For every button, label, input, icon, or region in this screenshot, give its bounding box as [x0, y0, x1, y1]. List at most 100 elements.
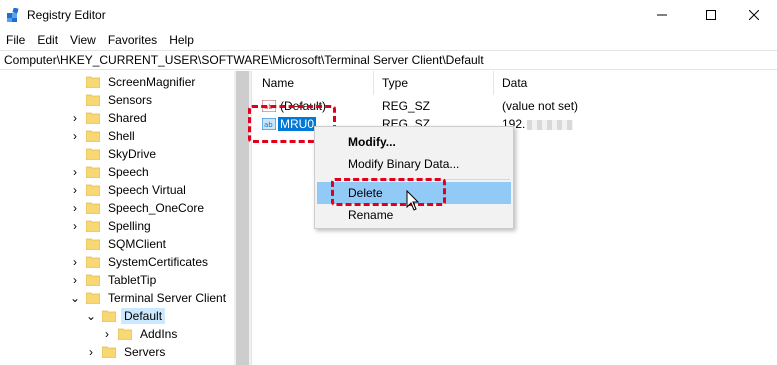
- tree-item-label: SystemCertificates: [108, 255, 209, 269]
- folder-icon: [86, 76, 100, 88]
- svg-text:ab: ab: [264, 103, 273, 111]
- context-menu: Modify... Modify Binary Data... Delete R…: [314, 126, 514, 229]
- tree-item-label: Spelling: [108, 219, 151, 233]
- tree-item-speech-onecore[interactable]: › Speech_OneCore: [70, 199, 207, 217]
- folder-icon: [86, 238, 100, 250]
- menu-edit[interactable]: Edit: [31, 30, 64, 50]
- menu-item-modify-binary[interactable]: Modify Binary Data...: [317, 153, 511, 175]
- folder-icon: [102, 346, 116, 358]
- tree-item-label: Shell: [108, 129, 135, 143]
- address-bar[interactable]: Computer\HKEY_CURRENT_USER\SOFTWARE\Micr…: [0, 50, 777, 70]
- folder-icon: [86, 148, 100, 160]
- tree-item-label: Default: [121, 308, 166, 324]
- tree-item-sqmclient[interactable]: SQMClient: [70, 235, 169, 253]
- tree-item-spelling[interactable]: › Spelling: [70, 217, 154, 235]
- tree-item-label: Speech Virtual: [108, 183, 186, 197]
- value-data: (value not set): [502, 99, 579, 113]
- tree-chevron[interactable]: [70, 235, 80, 253]
- folder-icon: [86, 112, 100, 124]
- tree-item-shared[interactable]: › Shared: [70, 109, 150, 127]
- chevron-right-icon[interactable]: ›: [70, 217, 80, 235]
- value-name-label: MRU0: [278, 117, 317, 131]
- minimize-icon: [657, 14, 667, 16]
- chevron-right-icon[interactable]: ›: [102, 325, 112, 343]
- string-value-icon: ab: [262, 100, 276, 112]
- folder-icon: [86, 202, 100, 214]
- value-type: REG_SZ: [382, 99, 431, 113]
- tree-item-speech[interactable]: › Speech: [70, 163, 152, 181]
- menu-file[interactable]: File: [0, 30, 31, 50]
- string-value-icon: ab: [262, 118, 276, 130]
- menu-help[interactable]: Help: [163, 30, 200, 50]
- chevron-right-icon[interactable]: ›: [70, 181, 80, 199]
- tree-item-addins[interactable]: › AddIns: [102, 325, 180, 343]
- chevron-down-icon[interactable]: ⌄: [86, 307, 96, 325]
- menu-bar: File Edit View Favorites Help: [0, 30, 777, 50]
- tree-scrollbar-thumb[interactable]: [236, 71, 249, 365]
- maximize-button[interactable]: [688, 0, 734, 30]
- tree-item-label: Shared: [108, 111, 147, 125]
- tree-item-label: AddIns: [140, 327, 178, 341]
- folder-open-icon: [102, 310, 116, 322]
- tree-item-label: Speech_OneCore: [108, 201, 205, 215]
- folder-icon: [86, 274, 100, 286]
- column-header-type[interactable]: Type: [374, 71, 494, 95]
- tree-item-label: Speech: [108, 165, 149, 179]
- blurred-data-mask: [527, 119, 574, 130]
- value-name: (Default): [280, 99, 327, 113]
- key-tree: ScreenMagnifier Sensors › Shared › Shell…: [0, 71, 234, 365]
- tree-item-screenmagnifier[interactable]: ScreenMagnifier: [70, 73, 198, 91]
- tree-item-servers[interactable]: › Servers: [86, 343, 168, 361]
- chevron-right-icon[interactable]: ›: [70, 271, 80, 289]
- close-icon: [749, 10, 759, 20]
- tree-item-terminal-server-client[interactable]: ⌄ Terminal Server Client: [70, 289, 229, 307]
- chevron-right-icon[interactable]: ›: [86, 343, 96, 361]
- tree-item-label: Terminal Server Client: [108, 291, 227, 305]
- folder-icon: [86, 256, 100, 268]
- title-bar: Registry Editor: [0, 0, 777, 30]
- tree-item-label: SQMClient: [108, 237, 167, 251]
- tree-item-label: SkyDrive: [108, 147, 157, 161]
- column-header-name[interactable]: Name: [254, 71, 374, 95]
- registry-editor-icon: [7, 8, 19, 22]
- tree-item-default[interactable]: ⌄ Default: [86, 307, 166, 325]
- tree-item-label: TabletTip: [108, 273, 157, 287]
- tree-item-label: ScreenMagnifier: [108, 75, 196, 89]
- chevron-right-icon[interactable]: ›: [70, 163, 80, 181]
- chevron-right-icon[interactable]: ›: [70, 109, 80, 127]
- folder-icon: [118, 328, 132, 340]
- tree-item-sensors[interactable]: Sensors: [70, 91, 155, 109]
- tree-item-tablettip[interactable]: › TabletTip: [70, 271, 159, 289]
- tree-item-speech-virtual[interactable]: › Speech Virtual: [70, 181, 189, 199]
- column-header-data[interactable]: Data: [494, 71, 777, 95]
- value-name: MRU0: [278, 115, 317, 133]
- chevron-right-icon[interactable]: ›: [70, 253, 80, 271]
- tree-item-shell[interactable]: › Shell: [70, 127, 138, 145]
- value-row[interactable]: ab (Default) REG_SZ (value not set): [254, 97, 777, 115]
- tree-item-systemcertificates[interactable]: › SystemCertificates: [70, 253, 211, 271]
- tree-item-label: Servers: [124, 345, 166, 359]
- tree-item-skydrive[interactable]: SkyDrive: [70, 145, 159, 163]
- menu-item-modify[interactable]: Modify...: [317, 131, 511, 153]
- menu-separator: [346, 179, 510, 180]
- chevron-right-icon[interactable]: ›: [70, 199, 80, 217]
- tree-chevron[interactable]: [70, 145, 80, 163]
- folder-icon: [86, 220, 100, 232]
- folder-icon: [86, 130, 100, 142]
- close-button[interactable]: [731, 0, 777, 30]
- minimize-button[interactable]: [639, 0, 685, 30]
- maximize-icon: [706, 10, 716, 20]
- folder-icon: [86, 94, 100, 106]
- menu-view[interactable]: View: [64, 30, 102, 50]
- mouse-cursor-icon: [406, 190, 420, 211]
- folder-open-icon: [86, 292, 100, 304]
- folder-icon: [86, 166, 100, 178]
- tree-chevron[interactable]: [70, 73, 80, 91]
- tree-chevron[interactable]: [70, 91, 80, 109]
- svg-text:ab: ab: [264, 121, 273, 129]
- menu-favorites[interactable]: Favorites: [102, 30, 163, 50]
- chevron-right-icon[interactable]: ›: [70, 127, 80, 145]
- folder-icon: [86, 184, 100, 196]
- tree-item-label: Sensors: [108, 93, 153, 107]
- chevron-down-icon[interactable]: ⌄: [70, 289, 80, 307]
